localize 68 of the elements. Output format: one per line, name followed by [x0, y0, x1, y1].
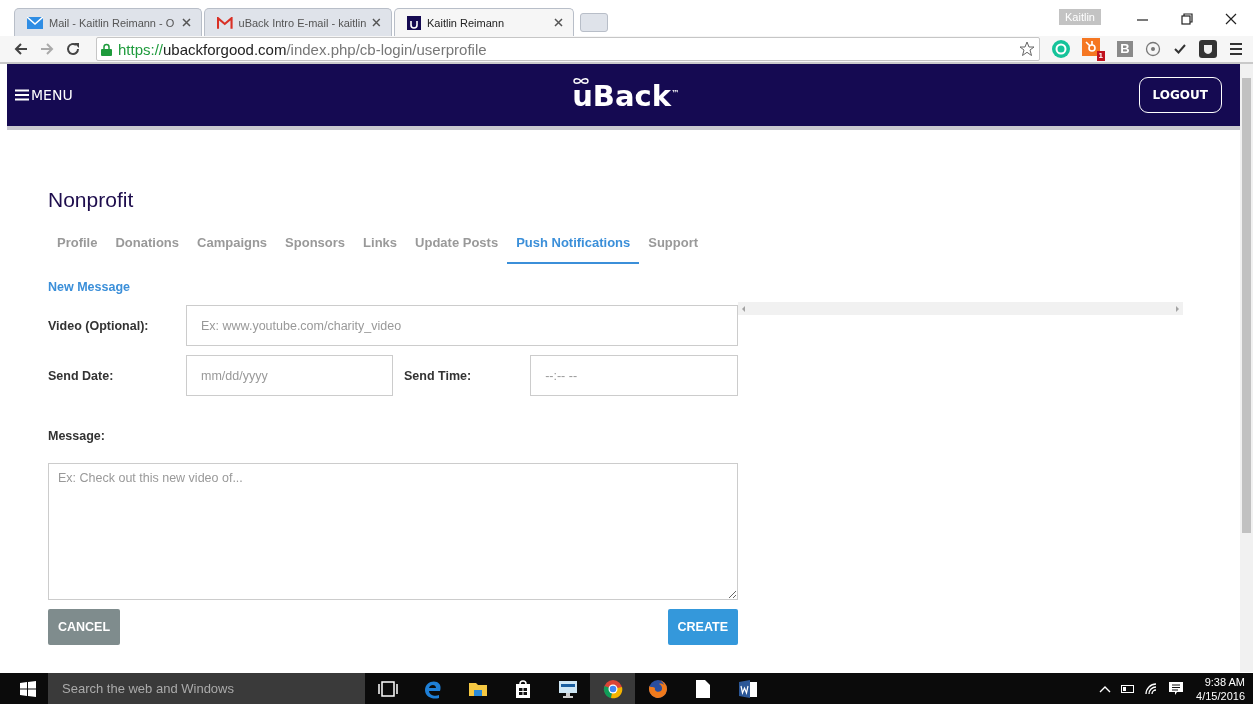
- checkmark-extension-icon[interactable]: [1173, 43, 1187, 55]
- hub-extension-icon[interactable]: 1: [1082, 37, 1105, 61]
- clock-date: 4/15/2016: [1196, 688, 1245, 703]
- address-bar[interactable]: https://ubackforgood.com/index.php/cb-login/userprofile: [96, 37, 1040, 61]
- restore-icon[interactable]: [1181, 13, 1193, 25]
- notification-badge: 1: [1096, 50, 1105, 61]
- browser-tab[interactable]: Kaitlin Reimann: [394, 8, 574, 36]
- logo: uBack$^{™}$: [572, 77, 679, 113]
- horizontal-scrollbar[interactable]: [738, 302, 1183, 315]
- field-label: Message:: [48, 429, 106, 443]
- browser-tab[interactable]: Mail - Kaitlin Reimann - O: [14, 8, 202, 36]
- menu-button[interactable]: MENU: [15, 87, 73, 103]
- target-extension-icon[interactable]: [1145, 41, 1161, 57]
- infinity-icon: [572, 77, 591, 85]
- field-label: Send Time:: [404, 368, 472, 383]
- nav-tab[interactable]: Links: [354, 235, 407, 264]
- back-arrow-icon[interactable]: [14, 43, 28, 55]
- profile-badge[interactable]: Kaitlin: [1059, 9, 1101, 25]
- close-icon[interactable]: [554, 18, 563, 27]
- message-field[interactable]: Ex: Check out this new video of...: [48, 463, 738, 600]
- chevron-up-icon[interactable]: [1099, 684, 1112, 693]
- word-icon: [737, 678, 758, 699]
- url-text: https://ubackforgood.com/index.php/cb-login/userprofile: [118, 40, 487, 58]
- chrome-logo-icon: [602, 678, 623, 699]
- nav-tab[interactable]: Push Notifications: [507, 235, 640, 264]
- close-icon[interactable]: [1225, 13, 1237, 25]
- section-heading: New Message: [48, 280, 131, 294]
- cancel-button[interactable]: CANCEL: [48, 609, 121, 645]
- create-button[interactable]: CREATE: [667, 609, 738, 645]
- site-favicon-icon: [407, 15, 421, 30]
- vertical-scrollbar[interactable]: [1240, 64, 1253, 672]
- video-field[interactable]: Ex: www.youtube.com/charity_video: [186, 305, 738, 346]
- fox-globe-icon: [647, 678, 668, 699]
- nav-tab[interactable]: Campaigns: [188, 235, 277, 264]
- envelope-icon: [27, 16, 43, 29]
- logout-button[interactable]: LOGOUT: [1138, 77, 1222, 113]
- windows-logo-icon: [19, 680, 36, 697]
- tab-title: Kaitlin Reimann: [427, 16, 506, 29]
- date-field[interactable]: mm/dd/yyyy: [186, 355, 393, 396]
- monitor-icon: [557, 678, 578, 699]
- reload-icon[interactable]: [66, 42, 80, 56]
- notification-icon[interactable]: [1169, 681, 1184, 696]
- edge-icon: [422, 678, 443, 699]
- menu-icon: [15, 89, 29, 101]
- battery-icon[interactable]: [1121, 684, 1136, 693]
- nav-tab[interactable]: Update Posts: [406, 235, 508, 264]
- nav-tab[interactable]: Donations: [106, 235, 189, 264]
- star-icon[interactable]: [1019, 41, 1035, 57]
- field-label: Video (Optional):: [48, 318, 150, 333]
- time-field[interactable]: --:-- --: [530, 355, 738, 396]
- nav-tab[interactable]: Sponsors: [276, 235, 355, 264]
- chrome-menu-icon[interactable]: [1229, 42, 1243, 56]
- taskbar-app-button[interactable]: [590, 673, 635, 704]
- task-view-icon: [377, 678, 398, 699]
- nav-tab[interactable]: Profile: [48, 235, 107, 264]
- taskbar-search-field[interactable]: Search the web and Windows: [48, 673, 365, 704]
- clock-time: 9:38 AM: [1204, 674, 1245, 689]
- nav-tab[interactable]: Support: [639, 235, 708, 264]
- browser-tab[interactable]: uBack Intro E-mail - kaitlin: [204, 8, 392, 36]
- tab-title: uBack Intro E-mail - kaitlin: [238, 16, 367, 29]
- search-placeholder: Search the web and Windows: [62, 681, 234, 696]
- field-label: Send Date:: [48, 368, 115, 383]
- shield-extension-icon[interactable]: [1199, 40, 1217, 58]
- padlock-icon: [101, 42, 112, 56]
- tab-title: Mail - Kaitlin Reimann - O: [49, 16, 176, 29]
- letter-extension[interactable]: B: [1117, 41, 1133, 57]
- gmail-m-icon: [217, 16, 233, 29]
- page-title: Nonprofit: [48, 188, 135, 212]
